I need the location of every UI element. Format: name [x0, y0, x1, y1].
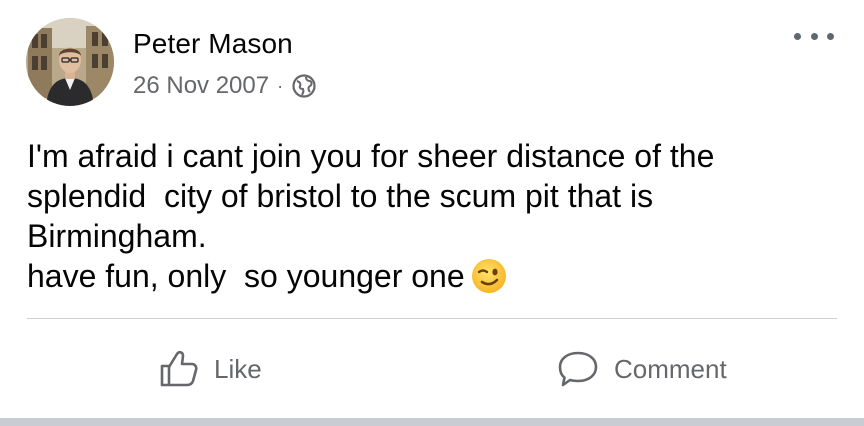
dot: [810, 32, 818, 40]
winking-face-emoji: [471, 258, 507, 294]
globe-icon[interactable]: [291, 73, 317, 99]
profile-photo: [26, 18, 114, 106]
dot: [794, 32, 801, 40]
like-label: Like: [214, 353, 262, 384]
dot: [827, 32, 834, 40]
post-card: Peter Mason 26 Nov 2007 · I'm afraid i c…: [0, 0, 864, 418]
bottom-separator-bar: [0, 418, 864, 426]
message-line: Birmingham.: [27, 218, 207, 254]
post-meta: 26 Nov 2007 ·: [133, 70, 317, 102]
avatar[interactable]: [26, 18, 114, 106]
message-line-text: have fun, only so younger one: [27, 258, 465, 294]
meta-separator: ·: [277, 75, 284, 96]
speech-bubble-icon: [556, 348, 600, 390]
message-line: splendid city of bristol to the scum pit…: [27, 178, 654, 214]
comment-label: Comment: [614, 353, 727, 384]
thumbs-up-icon: [158, 348, 200, 390]
post-message: I'm afraid i cant join you for sheer dis…: [27, 136, 837, 296]
message-line-last: have fun, only so younger one: [27, 256, 837, 296]
message-line: I'm afraid i cant join you for sheer dis…: [27, 138, 715, 174]
more-options-icon[interactable]: [794, 26, 834, 46]
comment-button[interactable]: Comment: [556, 342, 727, 396]
like-button[interactable]: Like: [158, 342, 262, 396]
post-date[interactable]: 26 Nov 2007: [133, 72, 269, 100]
divider: [27, 318, 837, 319]
author-name[interactable]: Peter Mason: [133, 28, 293, 60]
